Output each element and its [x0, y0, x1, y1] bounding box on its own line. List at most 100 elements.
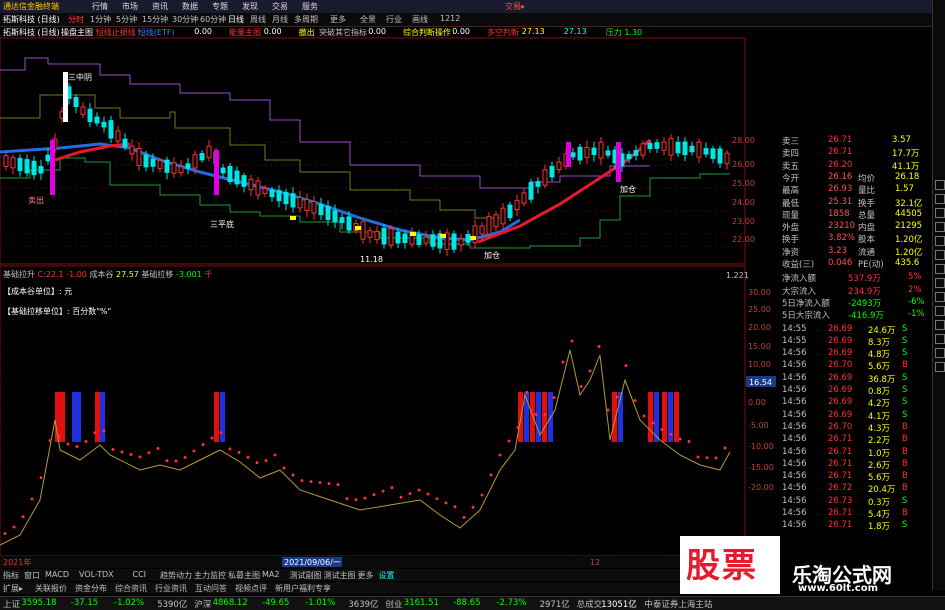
side-tool-icon[interactable] — [935, 194, 945, 204]
tab-indicator[interactable]: 更多 — [358, 570, 374, 581]
candle-body — [311, 201, 317, 214]
side-tool-icon[interactable] — [935, 320, 945, 330]
tab-indicator[interactable]: 测试主图 — [324, 570, 356, 581]
candle-body — [241, 175, 247, 187]
status-value: -49.65 — [262, 598, 290, 608]
quote-cell: S — [902, 348, 908, 359]
quote-cell: 537.9万 — [848, 274, 881, 285]
tab-indicator[interactable]: 测试副图 — [290, 570, 322, 581]
candle-body — [171, 162, 177, 174]
tick-row: 14:56 26.69 4.1万 S — [780, 410, 932, 422]
tab-indicator[interactable]: MACD — [45, 570, 69, 579]
quote-cell: S — [902, 495, 908, 506]
stat-row: 外盘 23210 内盘 21295 — [780, 221, 932, 233]
tab-extension[interactable]: 关联报价 — [35, 583, 67, 594]
shift-dot — [381, 489, 385, 493]
shift-dot — [561, 360, 565, 364]
side-tool-icon[interactable] — [935, 180, 945, 190]
quote-cell: B — [902, 508, 908, 518]
tab-extension[interactable]: 综合资讯 — [115, 583, 147, 594]
candle-body — [115, 130, 121, 142]
sub-signal-bar — [76, 392, 81, 442]
tab-indicator[interactable]: 趋势动力 — [160, 570, 192, 581]
tab-indicator[interactable]: CCI — [133, 570, 147, 579]
sub-axis-label: -10.00 — [748, 442, 774, 451]
shift-dot — [21, 515, 25, 519]
shift-dot — [435, 497, 439, 501]
tab-indicator[interactable]: MA2 — [262, 570, 279, 579]
candle-body — [94, 116, 100, 124]
quote-cell: 14:56 — [782, 348, 807, 359]
quote-cell: 内盘 — [858, 223, 876, 234]
shift-dot — [291, 473, 295, 477]
side-tool-icon[interactable] — [935, 208, 945, 218]
flow-row: 大宗流入 234.9万 2% — [780, 285, 932, 297]
tab-extension[interactable]: 互动问答 — [195, 583, 227, 594]
quote-cell: 26.71 — [828, 434, 853, 445]
stat-row: 换手 3.82% 股本 1.20亿 — [780, 233, 932, 245]
quote-cell: 14:56 — [782, 421, 807, 432]
tab-extension[interactable]: 新用户福利专享 — [275, 583, 331, 594]
candle-body — [192, 154, 198, 169]
shift-dot — [462, 515, 466, 519]
shift-dot — [273, 453, 277, 457]
shift-dot — [471, 505, 475, 509]
tab-indicator[interactable]: 设置 — [379, 570, 395, 581]
candle-body — [717, 148, 723, 164]
candle-body — [73, 97, 79, 107]
sub-indicator-name[interactable]: 基础拉升 — [3, 270, 35, 279]
candle-body — [500, 207, 506, 225]
tab-indicator[interactable]: 主力监控 — [194, 570, 226, 581]
quote-cell: 26.69 — [828, 385, 853, 395]
tab-indicator[interactable]: VOL-TDX — [79, 570, 114, 579]
side-tool-icon[interactable] — [935, 292, 945, 302]
side-tool-icon[interactable] — [935, 264, 945, 274]
shift-dot — [426, 492, 430, 496]
signal-bar — [566, 142, 571, 167]
shift-dot — [300, 479, 304, 483]
quote-cell: 1.0万 — [868, 448, 891, 459]
quote-cell: 1.20亿 — [895, 235, 923, 246]
quote-cell: S — [902, 323, 908, 334]
candle-body — [626, 153, 632, 160]
side-tool-icon[interactable] — [935, 222, 945, 232]
sub-axis-label: -20.00 — [748, 483, 774, 492]
side-toolbar[interactable] — [932, 0, 945, 590]
side-tool-icon[interactable] — [935, 278, 945, 288]
quote-cell: 26.69 — [828, 397, 853, 408]
side-tool-icon[interactable] — [935, 362, 945, 372]
chart-area[interactable]: 28.00 26.00 25.00 24.00 23.00 22.00 30.00 25.00… — [0, 0, 780, 570]
status-value: -37.15 — [70, 598, 99, 608]
price-tick-label: 22.00 — [732, 235, 755, 244]
tab-indicator[interactable]: 私募主图 — [228, 570, 260, 581]
tab-extension[interactable]: 行业资讯 — [155, 583, 187, 594]
side-tool-icon[interactable] — [935, 348, 945, 358]
sub-indicator-legend: 基础拉升 C:22.1 -1.00 成本谷 27.57 基础拉移 -3.001 … — [3, 269, 212, 280]
quote-cell: 换手 — [782, 235, 800, 246]
quote-cell: B — [902, 483, 908, 494]
quote-cell: 14:56 — [782, 458, 807, 469]
shift-dot — [570, 339, 574, 343]
shift-dot — [642, 414, 646, 418]
candle-body — [346, 216, 352, 231]
sub-indicator-value: C:22.1 — [37, 270, 67, 279]
side-tool-icon[interactable] — [935, 306, 945, 316]
date-axis-label: 12 — [590, 558, 600, 567]
tab-extension[interactable]: 资金分布 — [75, 583, 107, 594]
quote-cell: 2% — [908, 284, 922, 295]
quote-cell: 今开 — [782, 173, 800, 184]
shift-dot — [678, 437, 682, 441]
tab-indicator[interactable]: 窗口 — [24, 570, 40, 581]
candle-body — [45, 154, 51, 162]
tab-extension[interactable]: 扩展▸ — [3, 583, 23, 594]
pattern-label: 三中阴 — [68, 72, 92, 82]
side-tool-icon[interactable] — [935, 334, 945, 344]
tab-indicator[interactable]: 指标 — [3, 570, 19, 581]
shift-dot — [102, 429, 106, 433]
quote-cell: 44505 — [895, 208, 923, 219]
tab-extension[interactable]: 视频点评 — [235, 583, 267, 594]
stat-row: 净资 3.23 流通 1.20亿 — [780, 246, 932, 258]
quote-cell: 1.57 — [895, 184, 914, 195]
side-tool-icon[interactable] — [935, 236, 945, 246]
side-tool-icon[interactable] — [935, 250, 945, 260]
